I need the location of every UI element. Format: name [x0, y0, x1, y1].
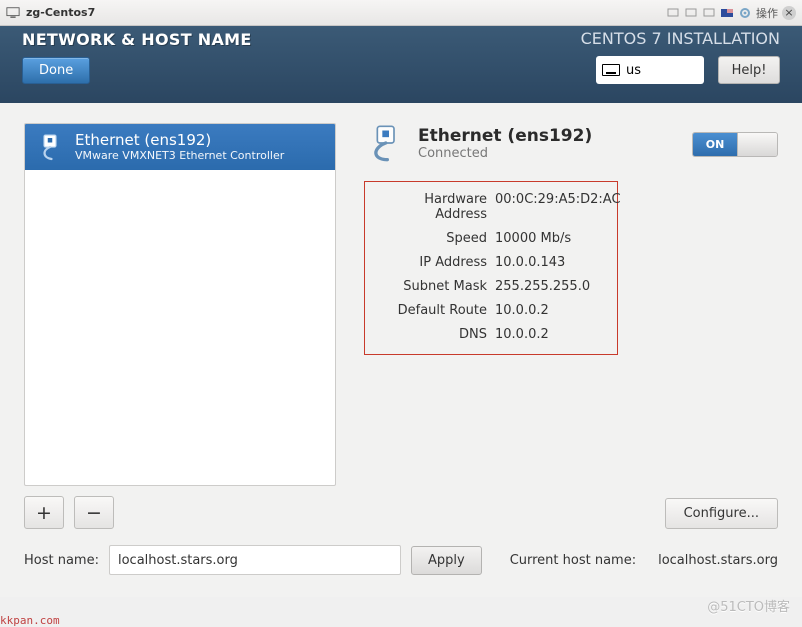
toggle-handle: [737, 133, 777, 156]
done-button[interactable]: Done: [22, 57, 90, 84]
current-hostname-label: Current host name:: [510, 553, 636, 568]
configure-button[interactable]: Configure...: [665, 498, 778, 529]
add-interface-button[interactable]: +: [24, 496, 64, 529]
keyboard-icon: [602, 64, 620, 76]
ethernet-large-icon: [364, 123, 404, 163]
tray-gear-icon[interactable]: [738, 6, 752, 20]
window-close-button[interactable]: [782, 6, 796, 20]
hostname-label: Host name:: [24, 553, 99, 568]
tray-flag-icon[interactable]: [720, 6, 734, 20]
main-area: Ethernet (ens192) VMware VMXNET3 Etherne…: [0, 103, 802, 543]
value-route: 10.0.0.2: [495, 303, 621, 318]
keyboard-layout-indicator[interactable]: us: [596, 56, 704, 84]
apply-button[interactable]: Apply: [411, 546, 482, 575]
label-hw: Hardware Address: [377, 192, 487, 222]
interface-toggle[interactable]: ON: [692, 132, 778, 157]
page-header: NETWORK & HOST NAME Done CENTOS 7 INSTAL…: [0, 26, 802, 103]
watermark-left: kkpan.com: [0, 614, 60, 627]
value-ip: 10.0.0.143: [495, 255, 621, 270]
page-title: NETWORK & HOST NAME: [22, 30, 252, 49]
interface-list-item-name: Ethernet (ens192): [75, 131, 284, 149]
tray-display2-icon[interactable]: [684, 6, 698, 20]
install-title: CENTOS 7 INSTALLATION: [581, 29, 780, 48]
label-mask: Subnet Mask: [377, 279, 487, 294]
interface-name: Ethernet (ens192): [418, 126, 592, 146]
keyboard-layout-text: us: [626, 63, 641, 78]
tray-display3-icon[interactable]: [702, 6, 716, 20]
label-ip: IP Address: [377, 255, 487, 270]
tray-actions-label[interactable]: 操作: [756, 5, 778, 21]
hostname-input[interactable]: [109, 545, 401, 575]
tray-display1-icon[interactable]: [666, 6, 680, 20]
value-mask: 255.255.255.0: [495, 279, 621, 294]
interface-header: Ethernet (ens192) Connected ON: [364, 123, 778, 163]
value-hw: 00:0C:29:A5:D2:AC: [495, 192, 621, 222]
value-speed: 10000 Mb/s: [495, 231, 621, 246]
help-button[interactable]: Help!: [718, 56, 780, 84]
remove-interface-button[interactable]: −: [74, 496, 114, 529]
window-monitor-icon: [6, 6, 20, 20]
value-dns: 10.0.0.2: [495, 327, 621, 342]
hostname-row: Host name: Apply Current host name: loca…: [0, 543, 802, 597]
watermark-right: @51CTO博客: [707, 596, 790, 615]
interface-list-item-desc: VMware VMXNET3 Ethernet Controller: [75, 149, 284, 162]
interface-details: Hardware Address 00:0C:29:A5:D2:AC Speed…: [364, 181, 618, 355]
label-dns: DNS: [377, 327, 487, 342]
toggle-on-label: ON: [693, 133, 737, 156]
interface-status: Connected: [418, 146, 592, 161]
window-title: zg-Centos7: [26, 6, 666, 19]
label-speed: Speed: [377, 231, 487, 246]
label-route: Default Route: [377, 303, 487, 318]
ethernet-icon: [35, 132, 65, 162]
current-hostname-value: localhost.stars.org: [658, 553, 778, 568]
interface-list[interactable]: Ethernet (ens192) VMware VMXNET3 Etherne…: [24, 123, 336, 486]
interface-list-item[interactable]: Ethernet (ens192) VMware VMXNET3 Etherne…: [25, 124, 335, 170]
